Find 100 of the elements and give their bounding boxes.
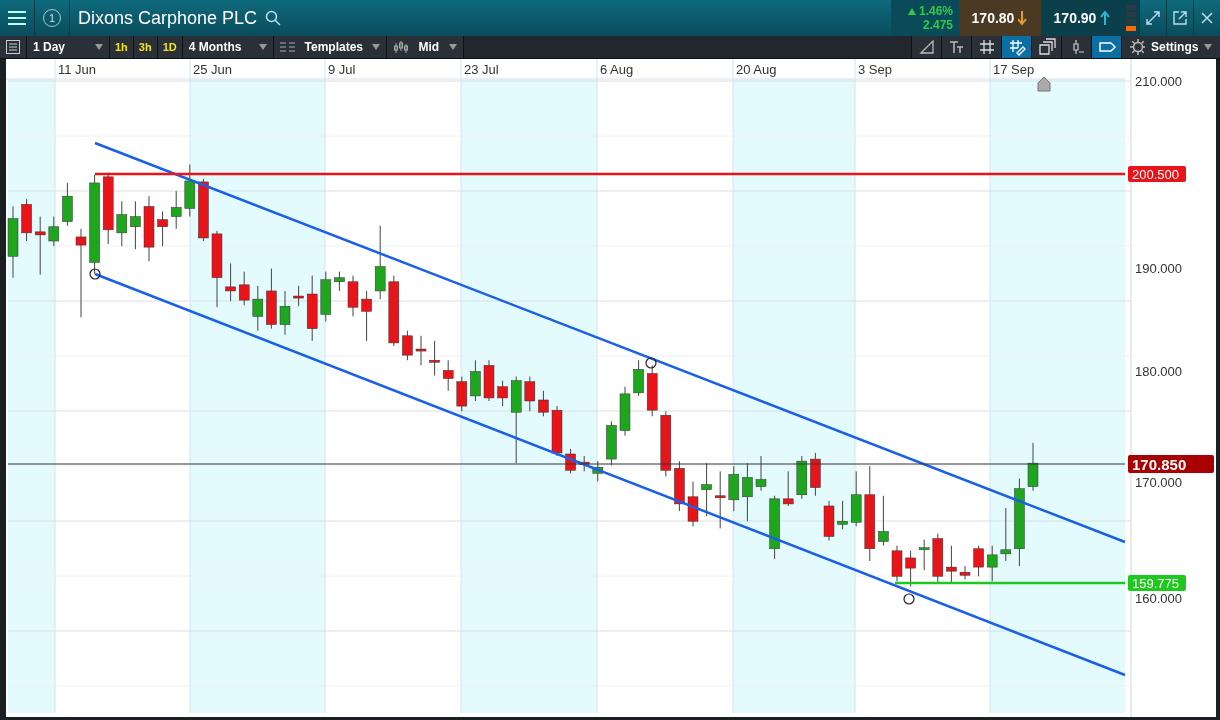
candlestick <box>266 268 277 330</box>
candlestick <box>279 290 291 336</box>
timeframe-button[interactable]: 1D <box>157 36 183 58</box>
timeframe-button[interactable]: 1h <box>110 36 134 58</box>
price-axis-label: 160.000 <box>1135 591 1182 606</box>
candles-icon <box>392 40 409 54</box>
tool-icon <box>977 38 996 56</box>
candlestick <box>415 335 427 366</box>
candlestick <box>48 216 60 247</box>
caret-icon <box>1204 44 1212 50</box>
current-price-label: 170.850 <box>1128 455 1214 473</box>
candlestick <box>170 190 182 230</box>
candlestick <box>21 198 32 242</box>
candlestick <box>225 262 236 302</box>
sell-button[interactable]: 170.80 <box>959 0 1041 36</box>
chart-tool-button[interactable] <box>1031 36 1061 58</box>
candlestick <box>198 178 209 242</box>
caret-icon <box>95 44 103 50</box>
buy-button[interactable]: 170.90 <box>1041 0 1123 36</box>
change-percent: 1.46% <box>918 4 953 18</box>
interval-dropdown[interactable]: 1 Day <box>27 36 110 58</box>
candlestick <box>565 448 576 474</box>
chart-tool-button[interactable] <box>941 36 971 58</box>
candlestick <box>905 550 916 587</box>
candlestick <box>34 216 46 276</box>
date-label: 9 Jul <box>328 62 356 77</box>
price-label: 200.500 <box>1128 166 1186 182</box>
tool-icon <box>1037 38 1056 56</box>
candlestick <box>157 210 168 247</box>
candlestick <box>755 455 767 492</box>
date-label: 23 Jul <box>464 62 499 77</box>
candlestick <box>850 470 862 527</box>
candlestick <box>306 275 318 342</box>
candlestick <box>184 164 196 218</box>
range-dropdown[interactable]: 4 Months <box>182 36 274 58</box>
chart-tool-button[interactable] <box>1061 36 1091 58</box>
change-value: 2.475 <box>922 18 953 32</box>
instrument-title: Dixons Carphone PLC <box>77 7 258 29</box>
tool-icon <box>1007 38 1026 56</box>
candlestick <box>932 532 944 584</box>
date-label: 11 Jun <box>58 62 97 77</box>
price-axis-label: 170.000 <box>1135 475 1182 490</box>
candlestick <box>701 462 712 517</box>
candlestick <box>116 200 128 247</box>
candlestick <box>714 470 726 529</box>
anchor-point-icon[interactable] <box>903 593 915 605</box>
candlestick <box>837 500 848 530</box>
candlestick <box>823 500 835 542</box>
candlestick <box>1027 442 1039 492</box>
candlestick <box>497 380 508 407</box>
candlestick <box>810 452 821 497</box>
close-icon <box>1201 12 1213 24</box>
candlestick <box>320 271 332 322</box>
candlestick <box>986 545 998 582</box>
caret-icon <box>448 44 457 50</box>
price-type-dropdown[interactable]: Mid <box>386 36 464 58</box>
candlestick <box>62 182 73 227</box>
candlestick <box>660 410 672 477</box>
anchor-point-icon[interactable] <box>89 268 101 280</box>
search-icon[interactable] <box>265 10 282 26</box>
chart-tool-button[interactable] <box>1091 36 1121 58</box>
marker-icon[interactable] <box>1037 76 1051 92</box>
templates-dropdown[interactable]: Templates <box>273 36 387 58</box>
settings-button[interactable]: Settings <box>1121 36 1220 58</box>
price-axis-label: 210.000 <box>1135 74 1182 89</box>
candlestick <box>456 376 468 412</box>
candlestick <box>796 455 808 500</box>
date-label: 6 Aug <box>600 62 634 77</box>
chart-tool-button[interactable] <box>911 36 941 58</box>
date-label: 17 Sep <box>993 62 1035 77</box>
chart-list-button[interactable] <box>0 36 27 58</box>
chart-tool-button[interactable] <box>971 36 1001 58</box>
candlestick <box>959 565 971 580</box>
candlestick <box>606 420 617 466</box>
candlestick <box>946 545 957 584</box>
candlestick <box>646 364 658 417</box>
candlestick <box>130 200 141 250</box>
candlestick <box>619 386 631 437</box>
candlestick <box>728 465 740 512</box>
candlestick <box>1000 507 1012 562</box>
tool-icon <box>947 38 966 56</box>
up-triangle-icon <box>907 7 916 15</box>
candlestick <box>674 460 685 512</box>
price-axis-label: 180.000 <box>1135 364 1182 379</box>
candlestick <box>143 195 155 262</box>
meter-icon <box>1123 0 1139 36</box>
anchor-point-icon[interactable] <box>645 357 657 369</box>
candlestick <box>973 545 984 577</box>
candlestick <box>402 330 413 361</box>
timeframe-button[interactable]: 3h <box>133 36 158 58</box>
down-arrow-icon <box>1018 10 1029 26</box>
price-label: 159.775 <box>1128 575 1186 591</box>
candlestick <box>878 495 889 547</box>
date-label: 3 Sep <box>858 62 892 77</box>
expand-icon <box>1146 11 1160 25</box>
chart-tool-button[interactable] <box>1001 36 1031 58</box>
settings-icon <box>1130 39 1146 55</box>
candlestick <box>538 390 549 417</box>
candlestick <box>687 481 699 527</box>
candlestick <box>578 455 590 472</box>
